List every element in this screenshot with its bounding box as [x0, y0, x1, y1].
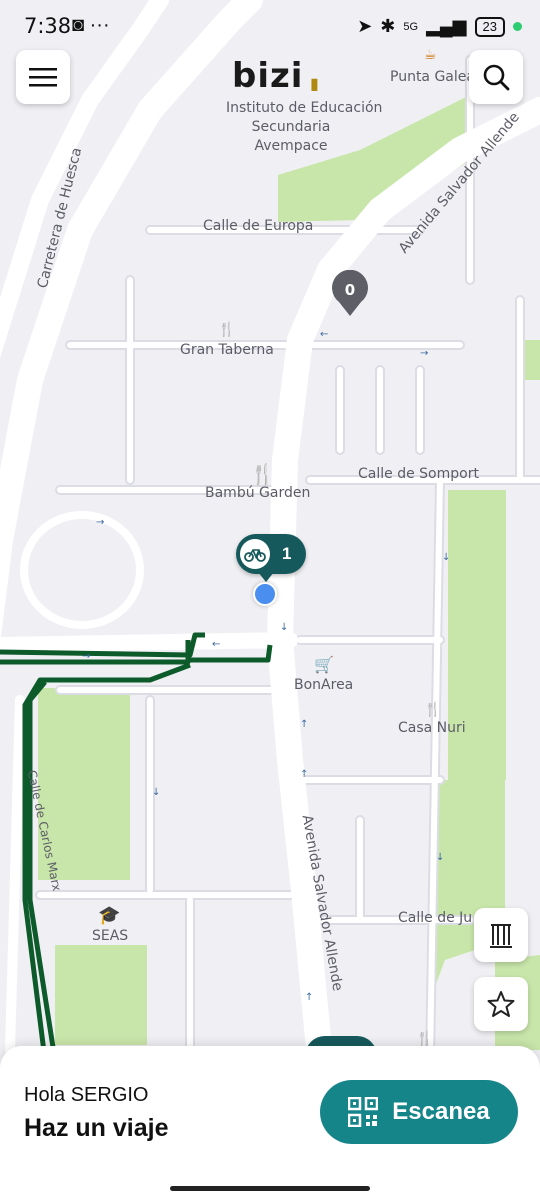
- shopping-cart-icon: 🛒: [314, 655, 334, 674]
- poi-label-instituto: Instituto de Educación Secundaria Avempa…: [226, 99, 383, 156]
- search-button[interactable]: [469, 50, 523, 104]
- green-dot-icon: [513, 22, 522, 31]
- scan-button[interactable]: Escanea: [320, 1080, 518, 1144]
- street-label-somport: Calle de Somport: [358, 466, 479, 482]
- current-location-dot: [253, 582, 277, 606]
- status-right: ➤ ✱ 5G ▂▄▆ 23: [357, 16, 522, 37]
- poi-label-gran-taberna: Gran Taberna: [180, 342, 274, 358]
- svg-text:↑: ↑: [305, 992, 313, 1003]
- menu-button[interactable]: [16, 50, 70, 104]
- star-icon: [487, 991, 515, 1017]
- monument-button[interactable]: [474, 908, 528, 962]
- svg-text:↑: ↑: [300, 719, 308, 730]
- poi-label-casa-nuri: Casa Nuri: [398, 720, 466, 736]
- greeting-text: Hola SERGIO: [24, 1084, 149, 1106]
- svg-text:↓: ↓: [442, 552, 450, 563]
- svg-text:↓: ↓: [436, 852, 444, 863]
- location-arrow-icon: ➤: [357, 16, 373, 36]
- battery-indicator: 23: [474, 16, 505, 37]
- station-marker-empty[interactable]: 0: [330, 270, 370, 318]
- station-marker-bikes[interactable]: 1: [236, 534, 306, 582]
- status-notification-icons: ◙ ···: [72, 14, 110, 36]
- qr-code-icon: [348, 1097, 379, 1127]
- poi-label-instituto-line2: Secundaria: [251, 119, 331, 135]
- search-icon: [483, 64, 510, 91]
- poi-label-punta-galea: Punta Galea: [390, 69, 475, 85]
- svg-text:←: ←: [320, 329, 328, 340]
- svg-text:→: →: [96, 517, 104, 528]
- restaurant-icon: 🍴: [218, 322, 236, 338]
- restaurant-icon: 🍴: [424, 702, 442, 718]
- network-label: 5G: [403, 20, 419, 33]
- station-bike-count: 1: [282, 544, 292, 563]
- svg-text:→: →: [420, 348, 428, 359]
- hamburger-menu-icon: [29, 68, 57, 87]
- svg-text:↓: ↓: [152, 787, 160, 798]
- logo-text: bizi: [232, 56, 304, 96]
- station-marker-empty-count: 0: [345, 281, 355, 299]
- svg-text:↑: ↑: [300, 769, 308, 780]
- cta-text: Haz un viaje: [24, 1114, 169, 1142]
- svg-text:→: →: [82, 651, 90, 662]
- bizi-logo: bizi: [232, 56, 302, 96]
- status-time: 7:38: [24, 14, 72, 38]
- svg-text:←: ←: [212, 639, 220, 650]
- school-icon: ▮: [310, 74, 319, 93]
- status-bar: 7:38 ◙ ··· ➤ ✱ 5G ▂▄▆ 23: [0, 0, 540, 52]
- bottom-panel: Hola SERGIO Haz un viaje Escanea: [0, 1046, 540, 1200]
- scan-button-label: Escanea: [392, 1098, 490, 1125]
- monument-icon: [490, 924, 512, 948]
- street-label-calle-ju: Calle de Ju: [398, 910, 473, 926]
- poi-label-instituto-line1: Instituto de Educación: [226, 100, 383, 116]
- bicycle-icon: [240, 539, 270, 569]
- svg-text:↓: ↓: [280, 622, 288, 633]
- home-indicator[interactable]: [170, 1186, 370, 1191]
- street-label-europa: Calle de Europa: [203, 218, 314, 234]
- signal-icon: ▂▄▆: [426, 16, 467, 36]
- favorites-button[interactable]: [474, 977, 528, 1031]
- poi-label-bambu: Bambú Garden: [205, 485, 311, 501]
- restaurant-icon: 🍴: [250, 462, 275, 486]
- bluetooth-icon: ✱: [380, 16, 396, 36]
- poi-label-bonarea: BonArea: [294, 677, 354, 693]
- poi-label-instituto-line3: Avempace: [254, 138, 328, 154]
- school-icon: 🎓: [98, 905, 121, 926]
- poi-label-seas: SEAS: [92, 928, 129, 944]
- restaurant-icon: 🍴: [416, 1031, 434, 1047]
